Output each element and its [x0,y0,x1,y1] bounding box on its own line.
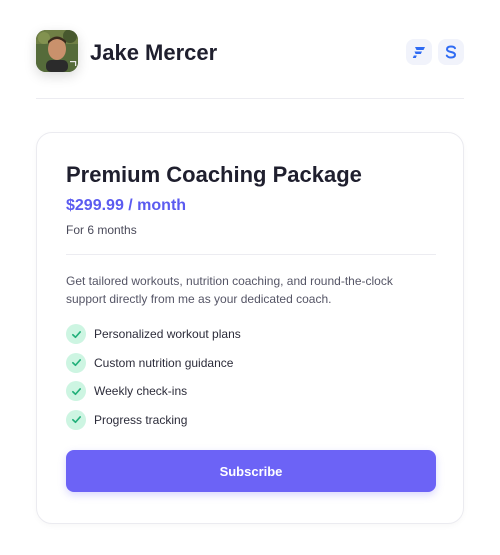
avatar-photo [36,30,78,72]
pricing-card: Premium Coaching Package $299.99 / month… [36,132,464,524]
card-divider [66,254,436,255]
avatar[interactable] [36,30,78,72]
package-price: $299.99 / month [66,197,187,214]
feature-label: Progress tracking [94,412,188,427]
check-icon [66,381,86,402]
feature-item: Custom nutrition guidance [66,349,436,378]
check-icon [66,324,86,345]
check-icon [66,352,86,373]
package-duration: For 6 months [66,223,137,237]
user-name: Jake Mercer [90,40,218,65]
feature-item: Progress tracking [66,406,436,435]
feature-label: Personalized workout plans [94,327,241,342]
feature-item: Weekly check-ins [66,377,436,406]
feature-item: Personalized workout plans [66,320,436,349]
check-icon [66,409,86,430]
feature-label: Weekly check-ins [94,384,188,399]
feature-list: Personalized workout plans Custom nutrit… [66,320,436,434]
feature-label: Custom nutrition guidance [94,355,234,370]
f-logo-icon [412,47,425,58]
s-brand-icon[interactable] [438,39,464,65]
f-brand-icon[interactable] [406,39,432,65]
s-logo-icon [445,45,457,59]
header-divider [36,98,464,99]
profile-header: Jake Mercer [36,30,464,76]
subscribe-button[interactable]: Subscribe [66,450,436,492]
package-description: Get tailored workouts, nutrition coachin… [66,274,393,306]
package-title: Premium Coaching Package [66,162,362,187]
